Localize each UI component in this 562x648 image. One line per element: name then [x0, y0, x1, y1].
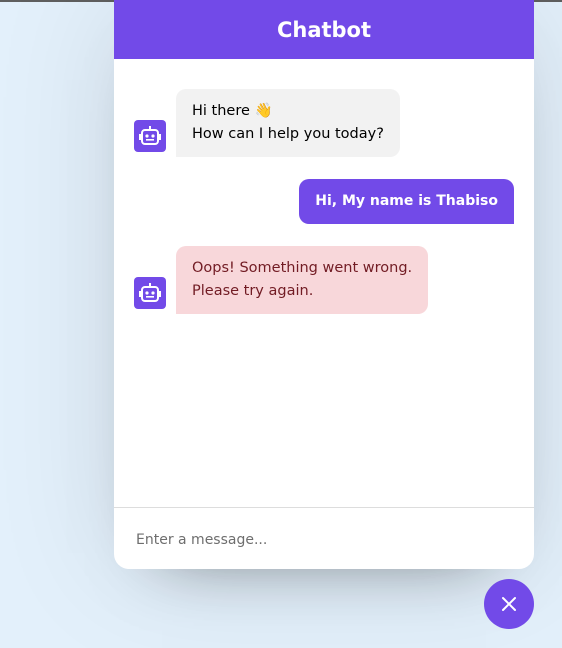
message-bubble: Hi, My name is Thabiso: [299, 179, 514, 224]
message-text: Oops! Something went wrong.: [192, 260, 413, 276]
message-text: Hi there 👋: [192, 103, 273, 119]
close-icon: [501, 596, 517, 612]
message-text: Please try again.: [192, 283, 314, 299]
message-incoming-error: Oops! Something went wrong. Please try a…: [134, 246, 429, 314]
message-text: How can I help you today?: [192, 126, 384, 142]
chatbot-toggler-button[interactable]: [484, 579, 534, 629]
message-bubble: Hi there 👋 How can I help you today?: [176, 89, 400, 157]
robot-icon: [134, 277, 166, 309]
error-message-bubble: Oops! Something went wrong. Please try a…: [176, 246, 429, 314]
robot-icon: [134, 120, 166, 152]
chat-messages: Hi there 👋 How can I help you today? Hi,…: [114, 59, 534, 507]
chat-title: Chatbot: [276, 17, 372, 42]
message-input[interactable]: [134, 522, 498, 558]
message-text: Hi, My name is Thabiso: [315, 193, 498, 209]
message-outgoing: Hi, My name is Thabiso: [299, 179, 514, 224]
chat-input-area: [114, 507, 534, 569]
message-incoming: Hi there 👋 How can I help you today?: [134, 89, 400, 157]
chat-header: Chatbot: [114, 0, 534, 59]
chatbot-window: Chatbot Hi there 👋 How can I help you to…: [114, 0, 534, 569]
